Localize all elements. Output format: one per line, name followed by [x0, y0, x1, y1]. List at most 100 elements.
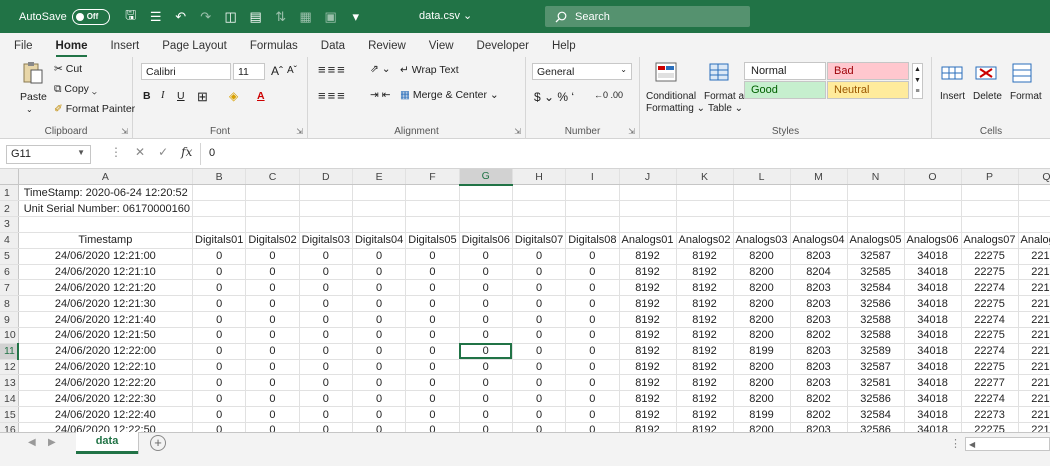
- document-title[interactable]: data.csv ⌄: [419, 9, 472, 22]
- value-cell[interactable]: 8192: [619, 327, 677, 344]
- cell[interactable]: [961, 216, 1019, 233]
- value-cell[interactable]: 0: [245, 248, 300, 265]
- wrap-text-button[interactable]: ↵ Wrap Text: [400, 64, 459, 76]
- value-cell[interactable]: 0: [192, 248, 247, 265]
- header-cell[interactable]: Digitals04: [352, 232, 407, 249]
- value-cell[interactable]: 0: [565, 422, 620, 432]
- cell[interactable]: [847, 200, 905, 218]
- value-cell[interactable]: 0: [565, 390, 620, 408]
- value-cell[interactable]: 0: [512, 343, 567, 360]
- timestamp-cell[interactable]: 24/06/2020 12:21:50: [18, 327, 194, 344]
- value-cell[interactable]: 0: [459, 390, 513, 408]
- row-header[interactable]: 12: [0, 359, 19, 376]
- value-cell[interactable]: 22151: [1018, 390, 1050, 408]
- column-header-p[interactable]: P: [961, 169, 1019, 186]
- value-cell[interactable]: 0: [512, 406, 567, 423]
- value-cell[interactable]: 34018: [904, 374, 962, 392]
- header-cell[interactable]: Analogs03: [733, 232, 791, 249]
- value-cell[interactable]: 8192: [619, 295, 677, 313]
- cell[interactable]: [619, 216, 677, 233]
- tab-review[interactable]: Review: [368, 40, 406, 57]
- tab-data[interactable]: Data: [321, 40, 345, 57]
- print-preview-icon[interactable]: ◫: [224, 9, 238, 25]
- value-cell[interactable]: 0: [405, 279, 460, 297]
- value-cell[interactable]: 8200: [733, 327, 791, 344]
- value-cell[interactable]: 0: [245, 279, 300, 297]
- cell[interactable]: [245, 200, 300, 218]
- header-cell[interactable]: Analogs08In: [1018, 232, 1050, 249]
- fill-color-icon[interactable]: ◈: [229, 89, 238, 103]
- value-cell[interactable]: 22277: [961, 374, 1019, 392]
- value-cell[interactable]: 8200: [733, 264, 791, 281]
- value-cell[interactable]: 0: [405, 390, 460, 408]
- cell[interactable]: [512, 200, 567, 218]
- value-cell[interactable]: 0: [299, 390, 353, 408]
- column-header-m[interactable]: M: [790, 169, 848, 186]
- value-cell[interactable]: 8203: [790, 311, 848, 328]
- value-cell[interactable]: 32586: [847, 422, 905, 432]
- value-cell[interactable]: 8192: [619, 248, 677, 265]
- font-color-icon[interactable]: A: [257, 90, 265, 102]
- value-cell[interactable]: 32588: [847, 327, 905, 344]
- value-cell[interactable]: 8203: [790, 374, 848, 392]
- value-cell[interactable]: 0: [459, 279, 513, 297]
- cell[interactable]: [405, 216, 460, 233]
- value-cell[interactable]: 8192: [619, 279, 677, 297]
- underline-icon[interactable]: U: [177, 90, 185, 102]
- value-cell[interactable]: 0: [512, 390, 567, 408]
- format-painter-button[interactable]: ✐ Format Painter: [54, 103, 135, 115]
- value-cell[interactable]: 0: [192, 311, 247, 328]
- row-header[interactable]: 15: [0, 406, 19, 423]
- timestamp-cell[interactable]: 24/06/2020 12:22:20: [18, 374, 194, 392]
- value-cell[interactable]: 0: [352, 422, 407, 432]
- value-cell[interactable]: 34018: [904, 248, 962, 265]
- row-header[interactable]: 7: [0, 279, 19, 297]
- value-cell[interactable]: 8202: [790, 390, 848, 408]
- value-cell[interactable]: 0: [192, 359, 247, 376]
- cell[interactable]: [299, 200, 353, 218]
- value-cell[interactable]: 0: [512, 279, 567, 297]
- value-cell[interactable]: 0: [299, 422, 353, 432]
- cell[interactable]: [904, 200, 962, 218]
- value-cell[interactable]: 0: [245, 374, 300, 392]
- value-cell[interactable]: 0: [512, 327, 567, 344]
- row-header[interactable]: 8: [0, 295, 19, 313]
- value-cell[interactable]: 8199: [733, 343, 791, 360]
- value-cell[interactable]: 22274: [961, 390, 1019, 408]
- value-cell[interactable]: 0: [299, 311, 353, 328]
- value-cell[interactable]: 0: [405, 374, 460, 392]
- borders-icon[interactable]: ⊞: [197, 89, 208, 105]
- value-cell[interactable]: 0: [245, 264, 300, 281]
- horizontal-align-icons[interactable]: ≡≡≡: [318, 88, 347, 103]
- undo-icon[interactable]: ↶: [174, 9, 188, 25]
- value-cell[interactable]: 0: [405, 264, 460, 281]
- value-cell[interactable]: 0: [512, 295, 567, 313]
- value-cell[interactable]: 0: [512, 264, 567, 281]
- value-cell[interactable]: 0: [192, 295, 247, 313]
- value-cell[interactable]: 0: [192, 327, 247, 344]
- value-cell[interactable]: 0: [565, 264, 620, 281]
- row-header[interactable]: 5: [0, 248, 19, 265]
- value-cell[interactable]: 0: [459, 264, 513, 281]
- value-cell[interactable]: 0: [565, 374, 620, 392]
- value-cell[interactable]: 0: [299, 374, 353, 392]
- value-cell[interactable]: 0: [299, 406, 353, 423]
- value-cell[interactable]: 22275: [961, 327, 1019, 344]
- timestamp-cell[interactable]: 24/06/2020 12:22:10: [18, 359, 194, 376]
- value-cell[interactable]: 0: [245, 311, 300, 328]
- value-cell[interactable]: 32586: [847, 295, 905, 313]
- paste-dropdown-icon[interactable]: ⌄: [26, 105, 33, 114]
- delete-cells-icon[interactable]: [974, 61, 1000, 85]
- cell[interactable]: [1018, 216, 1050, 233]
- row-header[interactable]: 2: [0, 200, 19, 218]
- font-size-select[interactable]: 11: [233, 63, 265, 80]
- enter-icon[interactable]: ✓: [158, 145, 168, 159]
- value-cell[interactable]: 0: [192, 390, 247, 408]
- prev-sheet-icon[interactable]: ◀: [28, 437, 36, 448]
- value-cell[interactable]: 0: [352, 279, 407, 297]
- value-cell[interactable]: 22275: [961, 422, 1019, 432]
- cell[interactable]: [192, 216, 247, 233]
- value-cell[interactable]: 8203: [790, 279, 848, 297]
- value-cell[interactable]: 0: [512, 374, 567, 392]
- value-cell[interactable]: 34018: [904, 422, 962, 432]
